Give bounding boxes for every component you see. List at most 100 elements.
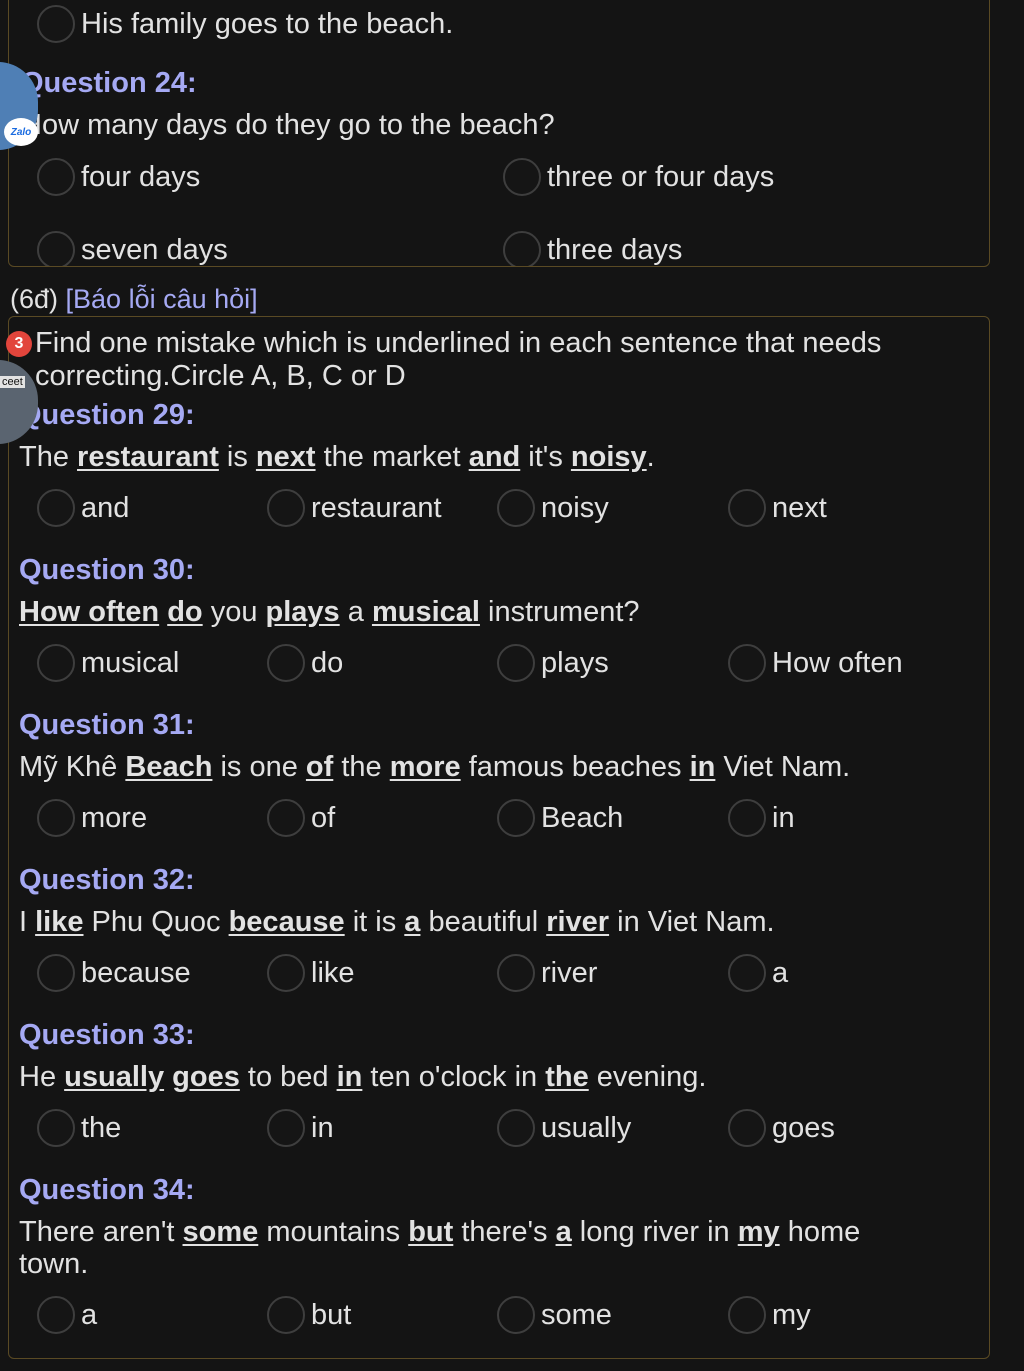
radio-button[interactable] <box>267 954 305 992</box>
report-error-link[interactable]: [Báo lỗi câu hỏi] <box>66 284 258 314</box>
question-text: How many days do they go to the beach? <box>21 109 555 141</box>
answer-option[interactable]: plays <box>497 640 609 686</box>
answer-option[interactable]: do <box>267 640 343 686</box>
answer-option[interactable]: usually <box>497 1105 631 1151</box>
radio-button[interactable] <box>37 1109 75 1147</box>
question-title: Question 29: <box>19 399 195 431</box>
option-prev-family-beach[interactable]: His family goes to the beach. <box>37 1 453 47</box>
answer-option[interactable]: but <box>267 1292 351 1338</box>
radio-button[interactable] <box>728 799 766 837</box>
underlined-word: river <box>546 906 610 938</box>
sentence-text: instrument? <box>479 596 640 628</box>
radio-button[interactable] <box>37 644 75 682</box>
radio-button[interactable] <box>497 1296 535 1334</box>
option-label: some <box>541 1298 612 1331</box>
radio-button[interactable] <box>503 158 541 196</box>
question-card-24: His family goes to the beach. Question 2… <box>8 0 990 267</box>
answer-option[interactable]: restaurant <box>267 485 442 531</box>
option-label: three days <box>547 233 683 266</box>
radio-button[interactable] <box>37 1296 75 1334</box>
radio-button[interactable] <box>37 954 75 992</box>
radio-button[interactable] <box>267 489 305 527</box>
answer-option[interactable]: a <box>37 1292 97 1338</box>
underlined-word: my <box>737 1216 780 1248</box>
radio-button[interactable] <box>728 1296 766 1334</box>
answer-option[interactable]: Beach <box>497 795 623 841</box>
answer-option[interactable]: some <box>497 1292 612 1338</box>
answer-option[interactable]: river <box>497 950 597 996</box>
option-three-days[interactable]: three days <box>503 227 683 266</box>
answer-option[interactable]: my <box>728 1292 811 1338</box>
report-line: (6đ) [Báo lỗi câu hỏi] <box>10 284 258 315</box>
radio-button[interactable] <box>267 1296 305 1334</box>
radio-button[interactable] <box>497 644 535 682</box>
radio-button[interactable] <box>728 644 766 682</box>
underlined-word: a <box>404 906 421 938</box>
underlined-word: but <box>408 1216 454 1248</box>
radio-button[interactable] <box>267 644 305 682</box>
sentence-text: beautiful <box>420 906 547 938</box>
underlined-word: like <box>35 906 84 938</box>
radio-button[interactable] <box>37 489 75 527</box>
option-label: three or four days <box>547 160 775 193</box>
points-label: (6đ) <box>10 284 59 314</box>
sentence-text: There aren't <box>19 1216 183 1248</box>
answer-option[interactable]: the <box>37 1105 121 1151</box>
answer-option[interactable]: and <box>37 485 129 531</box>
underlined-word: plays <box>265 596 340 628</box>
answer-option[interactable]: like <box>267 950 355 996</box>
answer-option[interactable]: more <box>37 795 147 841</box>
question-sentence: There aren't some mountains but there's … <box>19 1216 860 1249</box>
answer-option[interactable]: because <box>37 950 191 996</box>
radio-button[interactable] <box>497 799 535 837</box>
sentence-text: a <box>339 596 372 628</box>
option-label: a <box>81 1298 98 1331</box>
answer-option[interactable]: How often <box>728 640 903 686</box>
question-sentence: How often do you plays a musical instrum… <box>19 596 640 629</box>
option-label: like <box>311 956 355 989</box>
answer-option[interactable]: goes <box>728 1105 835 1151</box>
option-label: but <box>311 1298 352 1331</box>
answer-option[interactable]: next <box>728 485 827 531</box>
underlined-word: more <box>389 751 461 783</box>
radio-button[interactable] <box>37 158 75 196</box>
sentence-text: The <box>19 441 78 473</box>
radio-button[interactable] <box>728 954 766 992</box>
question-sentence: The restaurant is next the market and it… <box>19 441 655 474</box>
option-label: a <box>772 956 789 989</box>
underlined-word: and <box>468 441 521 473</box>
zalo-icon[interactable]: Zalo <box>4 118 38 146</box>
answer-option[interactable]: in <box>728 795 795 841</box>
radio-button[interactable] <box>37 5 75 43</box>
answer-option[interactable]: musical <box>37 640 179 686</box>
radio-button[interactable] <box>37 799 75 837</box>
radio-button[interactable] <box>728 1109 766 1147</box>
radio-button[interactable] <box>497 954 535 992</box>
sentence-text: home <box>779 1216 861 1248</box>
sentence-text: Phu Quoc <box>83 906 229 938</box>
option-label: in <box>772 801 795 834</box>
sentence-text: is one <box>212 751 306 783</box>
question-title: Question 33: <box>19 1019 195 1051</box>
option-label: How often <box>772 646 903 679</box>
answer-option[interactable]: of <box>267 795 335 841</box>
radio-button[interactable] <box>728 489 766 527</box>
sentence-text: . <box>646 441 655 473</box>
option-three-or-four-days[interactable]: three or four days <box>503 154 774 200</box>
answer-option[interactable]: noisy <box>497 485 609 531</box>
radio-button[interactable] <box>267 799 305 837</box>
bubble-label: ceet <box>0 376 25 388</box>
option-four-days[interactable]: four days <box>37 154 200 200</box>
radio-button[interactable] <box>37 231 75 266</box>
answer-option[interactable]: a <box>728 950 788 996</box>
radio-button[interactable] <box>497 1109 535 1147</box>
underlined-word: in <box>336 1061 363 1093</box>
option-label: and <box>81 491 130 524</box>
answer-option[interactable]: in <box>267 1105 334 1151</box>
radio-button[interactable] <box>503 231 541 266</box>
radio-button[interactable] <box>267 1109 305 1147</box>
radio-button[interactable] <box>497 489 535 527</box>
sentence-text: evening. <box>588 1061 707 1093</box>
option-seven-days[interactable]: seven days <box>37 227 228 266</box>
quiz-page: His family goes to the beach. Question 2… <box>0 0 1024 1371</box>
